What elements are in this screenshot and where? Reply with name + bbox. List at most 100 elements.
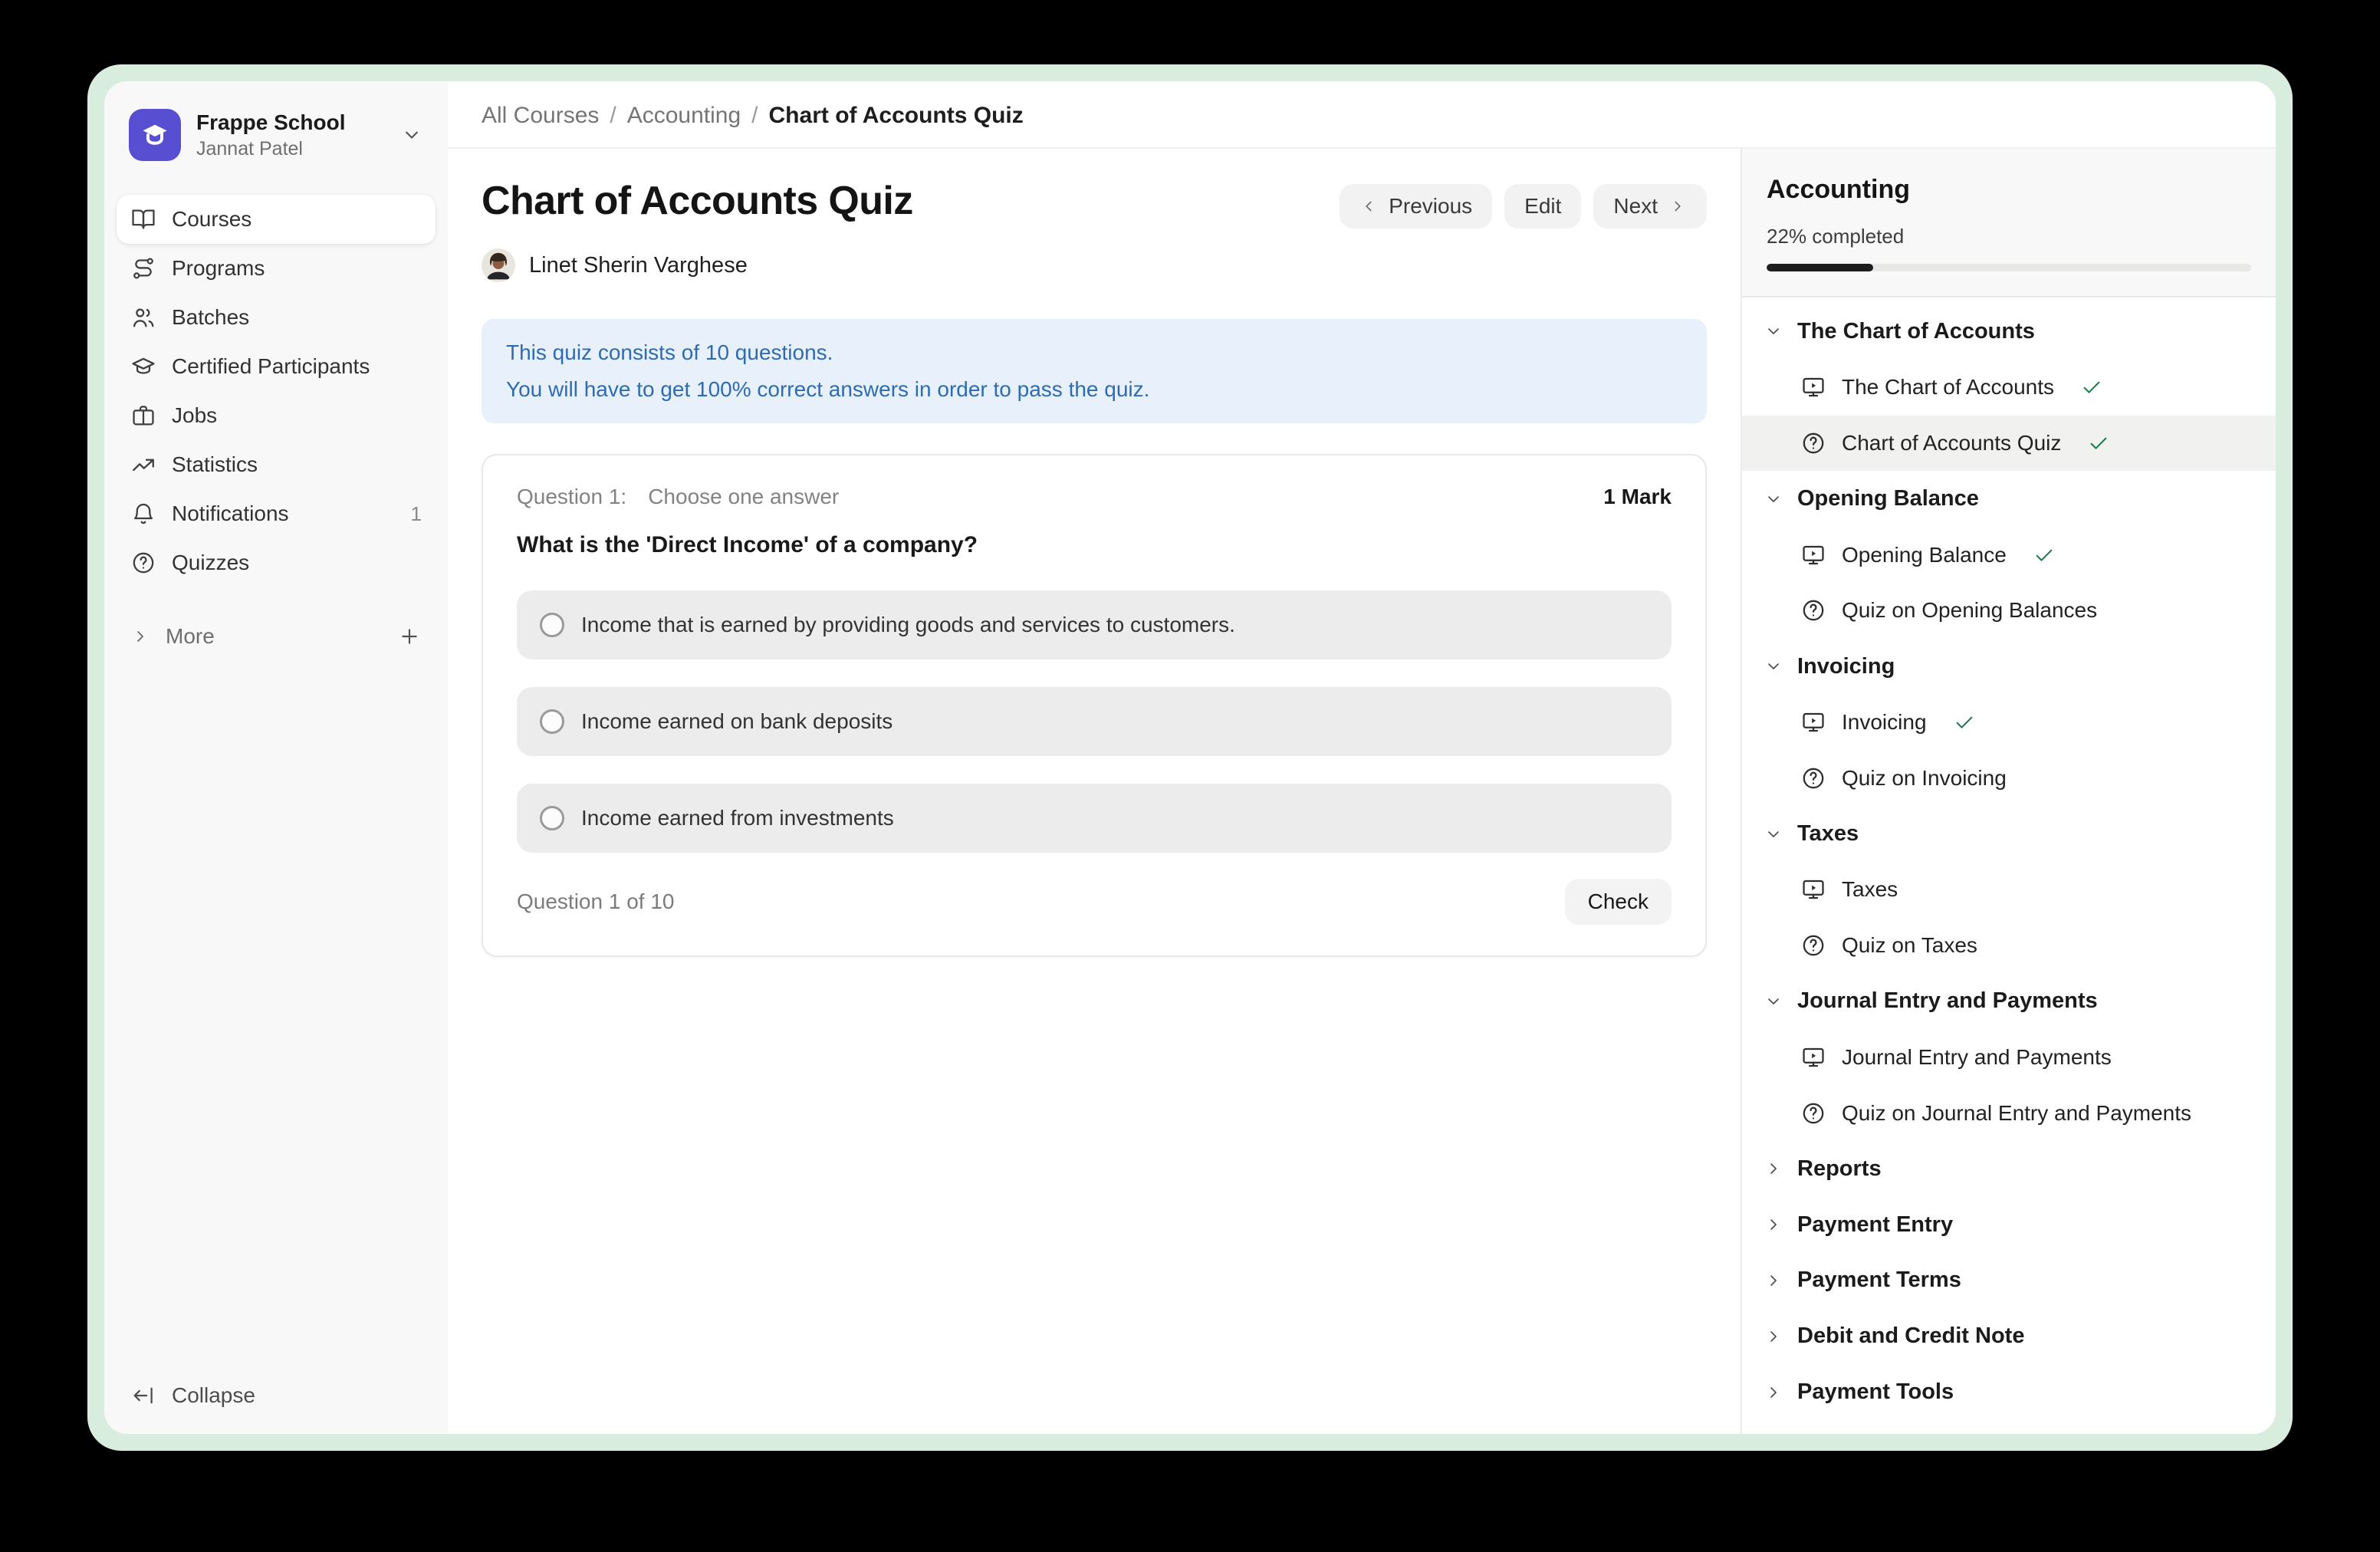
- chapter-title: Invoicing: [1797, 654, 1895, 679]
- breadcrumb-item-accounting[interactable]: Accounting: [627, 103, 741, 128]
- more-label: More: [166, 624, 215, 649]
- answer-option[interactable]: Income that is earned by providing goods…: [517, 590, 1672, 659]
- author-name: Linet Sherin Varghese: [529, 253, 748, 278]
- monitor-play-icon: [1800, 542, 1826, 568]
- check-button[interactable]: Check: [1565, 879, 1672, 925]
- question-hint: Choose one answer: [648, 485, 839, 509]
- plus-icon[interactable]: [397, 624, 422, 649]
- help-circle-icon: [1800, 430, 1826, 456]
- next-button[interactable]: Next: [1593, 184, 1707, 229]
- chapter-payment-entry[interactable]: Payment Entry: [1742, 1197, 2276, 1253]
- chevron-right-icon: [1764, 1215, 1783, 1235]
- lesson-quiz-on-journal-entry-and-payments[interactable]: Quiz on Journal Entry and Payments: [1742, 1085, 2276, 1141]
- lesson-label: Quiz on Invoicing: [1842, 766, 2007, 791]
- sidebar-item-programs[interactable]: Programs: [117, 244, 436, 293]
- answer-option[interactable]: Income earned on bank deposits: [517, 687, 1672, 756]
- workspace-text: Frappe School Jannat Patel: [196, 109, 385, 161]
- chevron-down-icon[interactable]: [400, 123, 423, 146]
- answer-options: Income that is earned by providing goods…: [517, 590, 1672, 853]
- lesson-the-chart-of-accounts[interactable]: The Chart of Accounts: [1742, 360, 2276, 416]
- chapter-the-chart-of-accounts[interactable]: The Chart of Accounts: [1742, 304, 2276, 360]
- radio-button[interactable]: [540, 709, 564, 734]
- lesson-label: Quiz on Journal Entry and Payments: [1842, 1101, 2191, 1126]
- sidebar-item-label: Jobs: [172, 403, 217, 428]
- book-open-icon: [130, 206, 156, 232]
- chapter-title: Reports: [1797, 1156, 1882, 1182]
- check-icon: [2033, 544, 2056, 567]
- sidebar-item-jobs[interactable]: Jobs: [117, 391, 436, 440]
- chapter-title: Opening Balance: [1797, 486, 1979, 511]
- collapse-sidebar-button[interactable]: Collapse: [117, 1370, 436, 1422]
- breadcrumb-item-all-courses[interactable]: All Courses: [482, 103, 599, 128]
- sidebar-item-quizzes[interactable]: Quizzes: [117, 538, 436, 587]
- notification-count-badge: 1: [411, 502, 422, 526]
- topbar: All Courses/Accounting/Chart of Accounts…: [448, 81, 2276, 149]
- lesson-quiz-on-taxes[interactable]: Quiz on Taxes: [1742, 918, 2276, 974]
- chapter-reports[interactable]: Reports: [1742, 1141, 2276, 1197]
- chevron-down-icon: [1764, 321, 1783, 341]
- sidebar-item-label: Courses: [172, 207, 251, 232]
- banner-line: This quiz consists of 10 questions.: [506, 334, 1682, 371]
- sidebar-item-certified-participants[interactable]: Certified Participants: [117, 342, 436, 391]
- check-icon: [2080, 376, 2103, 399]
- answer-option[interactable]: Income earned from investments: [517, 784, 1672, 853]
- help-circle-icon: [130, 550, 156, 576]
- chapter-payment-terms[interactable]: Payment Terms: [1742, 1253, 2276, 1309]
- chapter-title: Payment Terms: [1797, 1268, 1961, 1293]
- lesson-label: Quiz on Opening Balances: [1842, 598, 2097, 623]
- lesson-chart-of-accounts-quiz[interactable]: Chart of Accounts Quiz: [1742, 416, 2276, 472]
- briefcase-icon: [130, 403, 156, 429]
- header-buttons: Previous Edit Next: [1340, 184, 1707, 229]
- chevron-left-icon: [1359, 197, 1378, 215]
- chapter-payment-tools[interactable]: Payment Tools: [1742, 1364, 2276, 1420]
- sidebar-item-notifications[interactable]: Notifications1: [117, 489, 436, 538]
- lesson-quiz-on-opening-balances[interactable]: Quiz on Opening Balances: [1742, 583, 2276, 639]
- page-header: Chart of Accounts Quiz Previous Edit: [482, 179, 1707, 229]
- chapter-title: Payment Tools: [1797, 1379, 1954, 1405]
- trending-up-icon: [130, 452, 156, 478]
- quiz-info-banner: This quiz consists of 10 questions. You …: [482, 319, 1707, 423]
- help-circle-icon: [1800, 765, 1826, 791]
- lesson-opening-balance[interactable]: Opening Balance: [1742, 527, 2276, 583]
- chapter-journal-entry-and-payments[interactable]: Journal Entry and Payments: [1742, 974, 2276, 1030]
- users-icon: [130, 304, 156, 330]
- lesson-journal-entry-and-payments[interactable]: Journal Entry and Payments: [1742, 1029, 2276, 1085]
- bell-icon: [130, 501, 156, 527]
- sidebar-item-courses[interactable]: Courses: [117, 195, 436, 244]
- monitor-play-icon: [1800, 1044, 1826, 1070]
- breadcrumb: All Courses/Accounting/Chart of Accounts…: [482, 100, 1024, 129]
- lesson-label: The Chart of Accounts: [1842, 375, 2054, 400]
- question-progress: Question 1 of 10: [517, 889, 674, 914]
- lesson-label: Chart of Accounts Quiz: [1842, 431, 2061, 455]
- lesson-quiz-on-invoicing[interactable]: Quiz on Invoicing: [1742, 750, 2276, 806]
- question-card: Question 1: Choose one answer 1 Mark Wha…: [482, 454, 1707, 957]
- previous-button[interactable]: Previous: [1340, 184, 1492, 229]
- sidebar-item-more[interactable]: More: [117, 613, 436, 659]
- course-panel-header: Accounting 22% completed: [1742, 149, 2276, 298]
- chapter-title: Payment Entry: [1797, 1212, 1953, 1238]
- chapter-opening-balance[interactable]: Opening Balance: [1742, 471, 2276, 527]
- answer-option-label: Income earned from investments: [581, 806, 894, 830]
- lesson-label: Journal Entry and Payments: [1842, 1045, 2112, 1070]
- next-label: Next: [1613, 194, 1658, 219]
- course-outline: The Chart of Accounts The Chart of Accoun…: [1742, 298, 2276, 1434]
- chapter-taxes[interactable]: Taxes: [1742, 806, 2276, 862]
- chapter-debit-and-credit-note[interactable]: Debit and Credit Note: [1742, 1308, 2276, 1364]
- workspace-switcher[interactable]: Frappe School Jannat Patel: [120, 103, 432, 167]
- breadcrumb-item-chart-of-accounts-quiz: Chart of Accounts Quiz: [769, 103, 1024, 128]
- main-panel: Chart of Accounts Quiz Previous Edit: [448, 149, 1741, 1434]
- banner-line: You will have to get 100% correct answer…: [506, 371, 1682, 408]
- monitor-play-icon: [1800, 374, 1826, 400]
- sidebar-item-statistics[interactable]: Statistics: [117, 440, 436, 489]
- sidebar-item-batches[interactable]: Batches: [117, 293, 436, 342]
- content-area: All Courses/Accounting/Chart of Accounts…: [448, 81, 2276, 1434]
- workspace-user: Jannat Patel: [196, 137, 385, 161]
- avatar: [482, 248, 515, 282]
- collapse-left-icon: [130, 1383, 156, 1409]
- edit-button[interactable]: Edit: [1504, 184, 1581, 229]
- lesson-taxes[interactable]: Taxes: [1742, 862, 2276, 918]
- lesson-invoicing[interactable]: Invoicing: [1742, 695, 2276, 751]
- radio-button[interactable]: [540, 806, 564, 830]
- chapter-invoicing[interactable]: Invoicing: [1742, 639, 2276, 695]
- radio-button[interactable]: [540, 613, 564, 637]
